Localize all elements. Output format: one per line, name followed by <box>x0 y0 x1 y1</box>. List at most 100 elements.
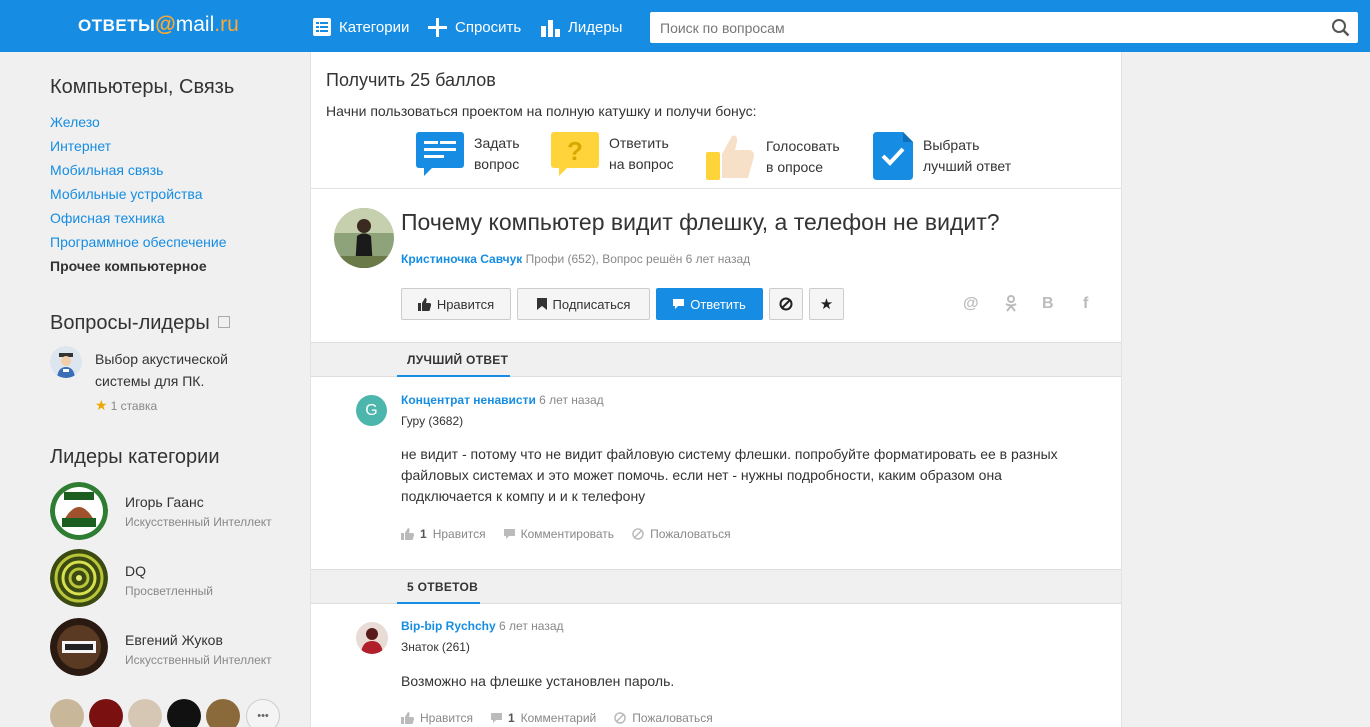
answer-report-label: Пожаловаться <box>632 711 713 725</box>
sidebar-item-other-computer[interactable]: Прочее компьютерное <box>50 258 207 274</box>
best-answer-report[interactable]: Пожаловаться <box>632 527 731 541</box>
question-author-link[interactable]: Кристиночка Савчук <box>401 252 522 266</box>
nav-leaders-label: Лидеры <box>568 18 623 36</box>
favorite-button[interactable]: ★ <box>809 288 844 320</box>
sidebar-item-mobile-devices[interactable]: Мобильные устройства <box>50 186 203 202</box>
answer-author-avatar[interactable] <box>356 622 388 654</box>
best-answer-band: ЛУЧШИЙ ОТВЕТ <box>311 342 1121 377</box>
search-input[interactable] <box>650 12 1320 43</box>
leader-chip-avatar[interactable] <box>206 699 240 727</box>
question-meta: Кристиночка Савчук Профи (652), Вопрос р… <box>401 252 750 266</box>
question-author-avatar[interactable] <box>334 208 394 268</box>
sidebar-item-hardware[interactable]: Железо <box>50 114 100 130</box>
bonus-best-line2: лучший ответ <box>923 158 1012 174</box>
leader-rank-evgeny: Искусственный Интеллект <box>125 653 272 667</box>
best-answer-label: ЛУЧШИЙ ОТВЕТ <box>407 353 509 367</box>
answers-band: 5 ОТВЕТОВ <box>311 569 1121 604</box>
leader-questions-heading: Вопросы-лидеры <box>50 312 230 335</box>
best-answer-report-label: Пожаловаться <box>650 527 731 541</box>
best-answer-comment[interactable]: Комментировать <box>503 527 615 541</box>
best-answer-like-count: 1 <box>420 527 427 541</box>
best-answer-author-line: Концентрат ненависти 6 лет назад <box>401 393 604 407</box>
leader-avatar-igor[interactable] <box>50 482 108 540</box>
block-button[interactable] <box>769 288 803 320</box>
bonus-answer[interactable]: ? Ответить на вопрос <box>551 132 674 176</box>
nav-categories[interactable]: Категории <box>313 16 409 38</box>
sidebar-item-software[interactable]: Программное обеспечение <box>50 234 227 250</box>
logo-otvety-text: ОТВЕТЫ <box>78 16 156 35</box>
bonus-ask-line2: вопрос <box>474 156 520 172</box>
leader-avatar-dq[interactable] <box>50 549 108 607</box>
best-answer-text: не видит - потому что не видит файловую … <box>401 446 1058 504</box>
leader-questions-title: Вопросы-лидеры <box>50 312 210 334</box>
site-logo[interactable]: ОТВЕТЫ@mail.ru <box>78 13 239 37</box>
best-answer-author-link[interactable]: Концентрат ненависти <box>401 393 536 407</box>
answer-like-label: Нравится <box>420 711 473 725</box>
leader-name-evgeny[interactable]: Евгений Жуков <box>125 632 223 648</box>
block-icon <box>614 712 626 724</box>
answer-button-label: Ответить <box>690 296 746 312</box>
share-mail-icon[interactable]: @ <box>963 295 979 313</box>
leader-question-stakes: ★ 1 ставка <box>95 397 157 414</box>
more-leaders-button[interactable]: ••• <box>246 699 280 727</box>
best-answer-actions: 1 Нравится Комментировать Пожаловаться <box>401 527 731 541</box>
subscribe-button[interactable]: Подписаться <box>517 288 650 320</box>
nav-categories-label: Категории <box>339 18 410 36</box>
answer-time: 6 лет назад <box>499 619 564 633</box>
answer-comments[interactable]: 1 Комментарий <box>490 711 596 725</box>
share-facebook-icon[interactable]: f <box>1083 295 1088 313</box>
like-button-label: Нравится <box>436 296 495 312</box>
leader-name-igor[interactable]: Игорь Гаанс <box>125 494 204 510</box>
share-vk-icon[interactable]: B <box>1042 295 1054 313</box>
nav-leaders[interactable]: Лидеры <box>541 16 622 38</box>
answer-like[interactable]: Нравится <box>401 711 473 725</box>
best-answer-rank: Гуру (3682) <box>401 414 464 428</box>
answer-author-line: Bip-bip Rychchy 6 лет назад <box>401 619 564 633</box>
bonus-answer-line2: на вопрос <box>609 156 674 172</box>
nav-ask[interactable]: Спросить <box>428 16 521 38</box>
answer-rank: Знаток (261) <box>401 640 470 654</box>
leader-chip-avatar[interactable] <box>89 699 123 727</box>
answer-button[interactable]: Ответить <box>656 288 763 320</box>
top-header: ОТВЕТЫ@mail.ru Категории Спросить Лидеры <box>0 0 1370 52</box>
speech-bubble-icon <box>416 132 464 176</box>
sidebar-item-internet[interactable]: Интернет <box>50 138 111 154</box>
best-answer-like-label: Нравится <box>432 527 486 541</box>
sidebar-item-office-equipment[interactable]: Офисная техника <box>50 210 165 226</box>
answer-text: Возможно на флешке установлен пароль. <box>401 673 675 689</box>
leader-chip-avatar[interactable] <box>167 699 201 727</box>
answer-author-link[interactable]: Bip-bip Rychchy <box>401 619 496 633</box>
plus-icon <box>428 17 447 37</box>
leader-rank-dq: Просветленный <box>125 584 213 598</box>
best-answer-comment-label: Комментировать <box>520 527 615 541</box>
divider <box>311 188 1121 189</box>
best-answer-avatar[interactable]: G <box>356 395 387 426</box>
stakes-count: 1 ставка <box>110 398 158 413</box>
bonus-ask[interactable]: Задать вопрос <box>416 132 520 176</box>
block-icon <box>779 297 793 311</box>
bar-chart-icon <box>541 19 560 37</box>
leader-chip-avatar[interactable] <box>50 699 84 727</box>
sidebar-item-mobile-network[interactable]: Мобильная связь <box>50 162 163 178</box>
like-button[interactable]: Нравится <box>401 288 511 320</box>
logo-at-text: @ <box>155 13 176 36</box>
leader-question-avatar[interactable] <box>50 346 82 378</box>
answer-comments-count: 1 <box>507 711 515 725</box>
leader-question-link[interactable]: Выбор акустической системы для ПК. <box>95 348 228 392</box>
svg-text:?: ? <box>567 136 583 166</box>
search-icon[interactable] <box>1331 18 1350 37</box>
leader-chip-avatar[interactable] <box>128 699 162 727</box>
comment-icon <box>503 528 515 539</box>
leader-name-dq[interactable]: DQ <box>125 563 146 579</box>
bonus-vote-line1: Голосовать <box>766 138 840 154</box>
star-icon: ★ <box>95 397 108 413</box>
leader-avatar-evgeny[interactable] <box>50 618 108 676</box>
bonus-best[interactable]: Выбрать лучший ответ <box>873 132 1011 180</box>
bonus-vote-line2: в опросе <box>766 159 824 175</box>
info-icon[interactable] <box>217 315 230 328</box>
bonus-vote[interactable]: Голосовать в опросе <box>706 132 840 182</box>
answer-report[interactable]: Пожаловаться <box>614 711 713 725</box>
best-answer-like[interactable]: 1 Нравится <box>401 527 486 541</box>
bonus-ask-line1: Задать <box>474 135 520 151</box>
share-ok-icon[interactable] <box>1005 295 1017 317</box>
